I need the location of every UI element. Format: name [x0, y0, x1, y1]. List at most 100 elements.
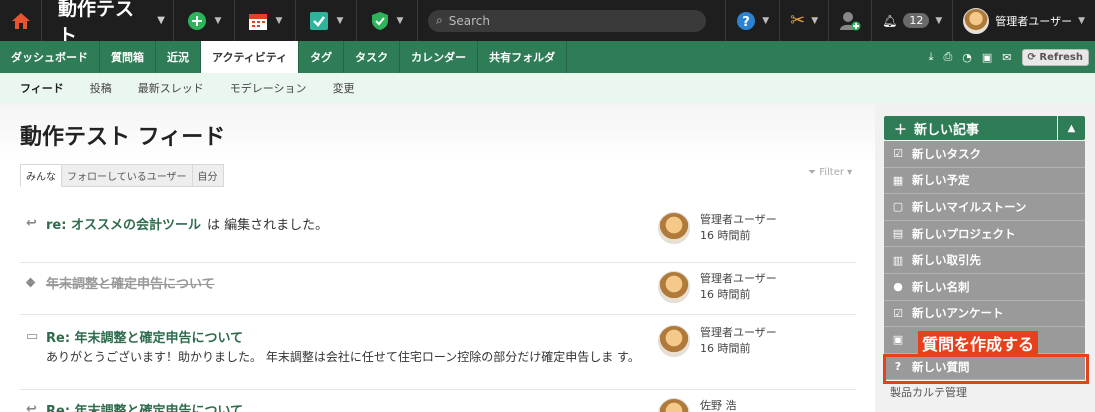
menu-item-new-milestone[interactable]: ▢ 新しいマイルストーン — [884, 194, 1085, 221]
menu-item-label: 新しいアンケート — [912, 306, 1004, 321]
feed-item-title[interactable]: 年末調整と確定申告について — [46, 273, 215, 292]
top-bar: 動作テスト ▼ ▼ ▼ ▼ ▼ ⌕ ? ▼ ✂ ▼ 🔔︎ 12 — [0, 0, 1095, 47]
feed-item: ↩ re: オススメの会計ツール は 編集されました。 管理者ユーザー 16 時… — [20, 198, 856, 263]
menu-item-label: 新しい名刺 — [912, 279, 970, 294]
checkbox-icon: ☑ — [893, 147, 903, 161]
tab-shared-folder[interactable]: 共有フォルダ — [478, 41, 568, 73]
sub-nav: フィード 投稿 最新スレッド モデレーション 変更 — [0, 73, 1095, 103]
shield-icon — [371, 11, 388, 30]
print-icon[interactable]: ⎙ — [943, 50, 952, 64]
feed-item-user[interactable]: 管理者ユーザー — [700, 271, 777, 287]
user-menu-button[interactable]: 管理者ユーザー ▼ — [952, 0, 1095, 41]
save-icon[interactable]: ▣ — [982, 51, 992, 64]
chevron-down-icon: ▼ — [935, 15, 943, 26]
comment-icon: ▭ — [26, 329, 39, 344]
menu-item-label: 新しいマイルストーン — [912, 199, 1027, 214]
feed-item-title[interactable]: Re: 年末調整と確定申告について — [46, 400, 243, 412]
menu-item-new-survey[interactable]: ☑ 新しいアンケート — [884, 301, 1085, 328]
tools-menu-button[interactable]: ✂ ▼ — [779, 0, 828, 41]
feed-item-title[interactable]: re: オススメの会計ツール — [46, 214, 201, 233]
page-title: 動作テスト フィード — [20, 125, 226, 150]
feed-item-time: 16 時間前 — [700, 342, 751, 355]
add-menu-button[interactable]: ▼ — [174, 0, 235, 41]
calendar-icon: ▦ — [892, 173, 904, 187]
person-icon: ● — [893, 280, 903, 294]
feed-item: ↩ Re: 年末調整と確定申告について 佐野 浩 — [20, 390, 856, 412]
refresh-label: Refresh — [1039, 51, 1083, 63]
search-box[interactable]: ⌕ — [428, 9, 706, 32]
avatar[interactable] — [658, 212, 690, 244]
refresh-button[interactable]: ⟳ Refresh — [1021, 48, 1089, 66]
avatar — [963, 7, 990, 34]
activity-feed: ↩ re: オススメの会計ツール は 編集されました。 管理者ユーザー 16 時… — [20, 198, 856, 412]
new-post-button[interactable]: ＋ 新しい記事 — [884, 116, 1057, 140]
tab-calendar[interactable]: カレンダー — [400, 41, 479, 73]
workspace-switcher[interactable]: 動作テスト ▼ — [42, 0, 174, 47]
highlight-box — [883, 354, 1089, 384]
feed-item-user[interactable]: 佐野 浩 — [700, 398, 737, 412]
search-icon: ⌕ — [436, 13, 443, 27]
feed-item-title[interactable]: Re: 年末調整と確定申告について — [46, 327, 243, 346]
tab-activity[interactable]: アクティビティ — [201, 41, 300, 73]
subnav-feed[interactable]: フィード — [20, 80, 64, 96]
subnav-latest-threads[interactable]: 最新スレッド — [138, 80, 204, 96]
subnav-changes[interactable]: 変更 — [333, 80, 355, 96]
menu-item-new-event[interactable]: ▦ 新しい予定 — [884, 168, 1085, 195]
mail-icon[interactable]: ✉ — [1002, 51, 1011, 64]
product-chart-link[interactable]: 製品カルテ管理 — [890, 384, 967, 400]
menu-item-new-project[interactable]: ▤ 新しいプロジェクト — [884, 221, 1085, 248]
add-user-icon — [840, 11, 861, 30]
avatar[interactable] — [658, 398, 690, 412]
tab-question-box[interactable]: 質問箱 — [100, 41, 156, 73]
security-menu-button[interactable]: ▼ — [357, 0, 418, 41]
filter-tab-following[interactable]: フォローしているユーザー — [61, 164, 193, 187]
notifications-button[interactable]: 🔔︎ 12 ▼ — [871, 0, 952, 41]
main-nav: ダッシュボード 質問箱 近況 アクティビティ タグ タスク カレンダー 共有フォ… — [0, 41, 1095, 73]
user-name: 管理者ユーザー — [995, 14, 1073, 28]
menu-item-new-task[interactable]: ☑ 新しいタスク — [884, 141, 1085, 168]
help-menu-button[interactable]: ? ▼ — [725, 0, 779, 41]
svg-text:?: ? — [742, 15, 750, 30]
search-input[interactable] — [448, 13, 689, 28]
filter-tab-everyone[interactable]: みんな — [20, 164, 62, 187]
calendar-icon: ▢ — [892, 200, 904, 214]
chevron-down-icon: ▼ — [811, 15, 819, 26]
check-square-icon: ☑ — [893, 306, 903, 320]
filter-label: Filter — [819, 167, 844, 178]
tab-tasks[interactable]: タスク — [344, 41, 401, 73]
home-button[interactable] — [0, 0, 42, 41]
feed-item-body: ありがとうございます！助かりました。 年末調整は会社に任せて住宅ローン控除の部分… — [46, 350, 640, 364]
chevron-down-icon: ▼ — [336, 15, 344, 26]
filter-icon: ⏷ — [808, 167, 816, 178]
task-menu-button[interactable]: ▼ — [296, 0, 357, 41]
menu-item-label: 新しい予定 — [912, 173, 970, 188]
add-user-button[interactable] — [828, 0, 871, 41]
calendar-menu-button[interactable]: ▼ — [235, 0, 296, 41]
filter-tabs: みんな フォローしているユーザー 自分 — [20, 164, 224, 187]
calendar-icon — [248, 13, 267, 30]
annotation-label: 質問を作成する — [918, 331, 1039, 355]
avatar[interactable] — [658, 325, 690, 357]
tab-status[interactable]: 近況 — [156, 41, 201, 73]
feed-item-user[interactable]: 管理者ユーザー — [700, 325, 777, 341]
rss-icon[interactable]: ◔ — [962, 51, 972, 64]
feed-item-user[interactable]: 管理者ユーザー — [700, 212, 777, 228]
chevron-down-icon: ▾ — [847, 167, 853, 178]
menu-item-new-client[interactable]: ▥ 新しい取引先 — [884, 247, 1085, 274]
menu-item-new-business-card[interactable]: ● 新しい名刺 — [884, 274, 1085, 301]
subnav-posts[interactable]: 投稿 — [90, 80, 112, 96]
new-post-label: 新しい記事 — [914, 122, 980, 138]
new-post-menu-toggle[interactable]: ▲ — [1058, 116, 1085, 140]
filter-tab-self[interactable]: 自分 — [191, 164, 224, 187]
tab-tags[interactable]: タグ — [299, 41, 345, 73]
menu-item-label: 新しい取引先 — [912, 253, 981, 268]
filter-dropdown[interactable]: ⏷ Filter ▾ — [808, 167, 852, 178]
feed-item-time: 16 時間前 — [700, 288, 751, 301]
download-icon[interactable]: ⤓ — [929, 50, 934, 64]
checkbox-icon — [309, 11, 328, 30]
subnav-moderation[interactable]: モデレーション — [230, 80, 307, 96]
tab-dashboard[interactable]: ダッシュボード — [0, 41, 100, 73]
feed-item-suffix: は 編集されました。 — [206, 218, 329, 233]
avatar[interactable] — [658, 271, 690, 303]
reply-icon: ↩ — [26, 216, 37, 231]
